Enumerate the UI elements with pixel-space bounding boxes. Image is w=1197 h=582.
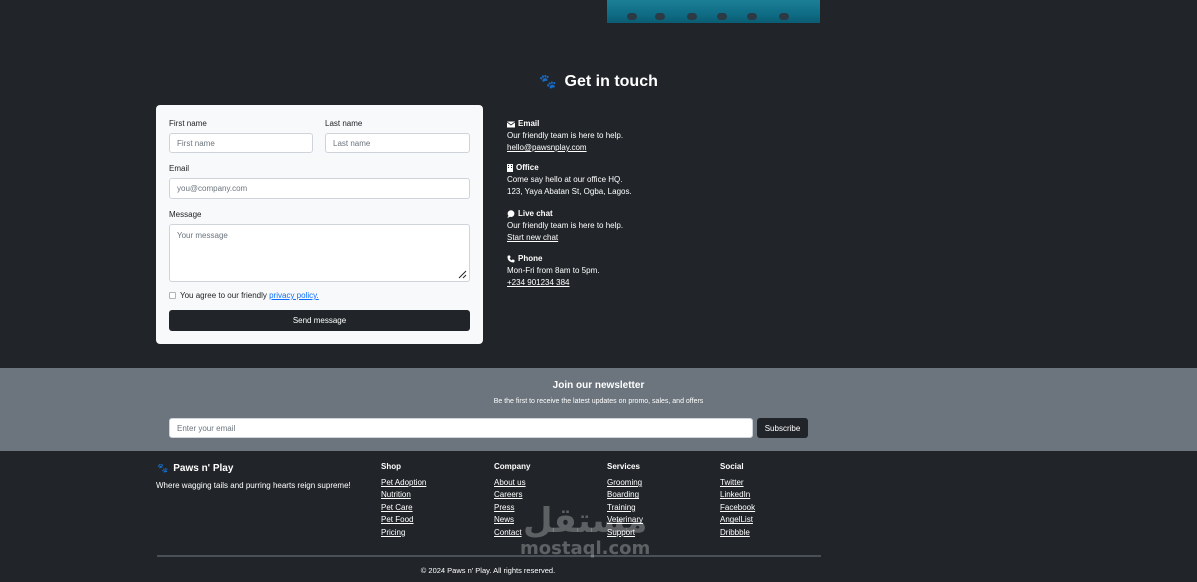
footer-link[interactable]: Pet Adoption	[381, 477, 426, 489]
copyright-text: © 2024 Paws n' Play. All rights reserved…	[420, 566, 556, 575]
footer-column-shop: Shop Pet Adoption Nutrition Pet Care Pet…	[381, 462, 426, 539]
footer-link[interactable]: Pet Care	[381, 502, 426, 514]
footer-link[interactable]: Pricing	[381, 527, 426, 539]
newsletter-title: Join our newsletter	[552, 380, 645, 391]
envelope-icon	[507, 121, 515, 127]
footer-divider	[157, 555, 821, 557]
first-name-label: First name	[169, 119, 207, 128]
hero-image	[607, 0, 820, 23]
chat-icon	[507, 210, 515, 218]
footer-column-social: Social Twitter LinkedIn Facebook AngelLi…	[720, 462, 755, 539]
newsletter-email-input[interactable]: Enter your email	[169, 418, 753, 438]
phone-icon	[507, 255, 515, 263]
newsletter-section: Join our newsletter Be the first to rece…	[0, 368, 1197, 451]
paw-icon: 🐾	[539, 73, 557, 89]
email-input[interactable]: you@company.com	[169, 178, 470, 199]
agree-checkbox[interactable]	[169, 292, 176, 299]
paw-icon: 🐾	[157, 463, 169, 473]
footer-brand[interactable]: 🐾 Paws n' Play	[157, 463, 233, 474]
email-link[interactable]: hello@pawsnplay.com	[507, 142, 707, 154]
footer-link[interactable]: Pet Food	[381, 514, 426, 526]
subscribe-button[interactable]: Subscribe	[757, 418, 808, 438]
footer-link[interactable]: Nutrition	[381, 489, 426, 501]
agree-text: You agree to our friendly privacy policy…	[180, 291, 319, 300]
start-chat-link[interactable]: Start new chat	[507, 232, 707, 244]
footer-link[interactable]: About us	[494, 477, 530, 489]
footer-link[interactable]: Grooming	[607, 477, 643, 489]
phone-link[interactable]: +234 901234 384	[507, 277, 707, 289]
footer-link[interactable]: Dribbble	[720, 527, 755, 539]
newsletter-subtitle: Be the first to receive the latest updat…	[493, 398, 704, 405]
footer-link[interactable]: AngelList	[720, 514, 755, 526]
last-name-input[interactable]: Last name	[325, 133, 470, 153]
footer-tagline: Where wagging tails and purring hearts r…	[156, 481, 351, 490]
building-icon	[507, 164, 513, 172]
info-office: Office Come say hello at our office HQ. …	[507, 163, 632, 196]
message-placeholder: Your message	[177, 231, 228, 240]
privacy-policy-link[interactable]: privacy policy.	[269, 291, 319, 300]
info-email: Email Our friendly team is here to help.…	[507, 118, 707, 154]
footer-link[interactable]: Boarding	[607, 489, 643, 501]
message-textarea[interactable]: Your message	[169, 224, 470, 282]
last-name-label: Last name	[325, 119, 363, 128]
first-name-input[interactable]: First name	[169, 133, 313, 153]
footer-link[interactable]: LinkedIn	[720, 489, 755, 501]
send-message-button[interactable]: Send message	[169, 310, 470, 331]
info-phone: Phone Mon-Fri from 8am to 5pm. +234 9012…	[507, 253, 707, 289]
watermark: مستقل mostaql.com	[520, 501, 651, 559]
message-label: Message	[169, 210, 202, 219]
info-live-chat: Live chat Our friendly team is here to h…	[507, 208, 707, 244]
footer-link[interactable]: Twitter	[720, 477, 755, 489]
contact-form: First name First name Last name Last nam…	[156, 105, 483, 344]
email-label: Email	[169, 164, 190, 173]
contact-title: 🐾 Get in touch	[539, 73, 658, 90]
footer-link[interactable]: Careers	[494, 489, 530, 501]
resize-handle-icon[interactable]	[457, 269, 467, 279]
footer-link[interactable]: Facebook	[720, 502, 755, 514]
